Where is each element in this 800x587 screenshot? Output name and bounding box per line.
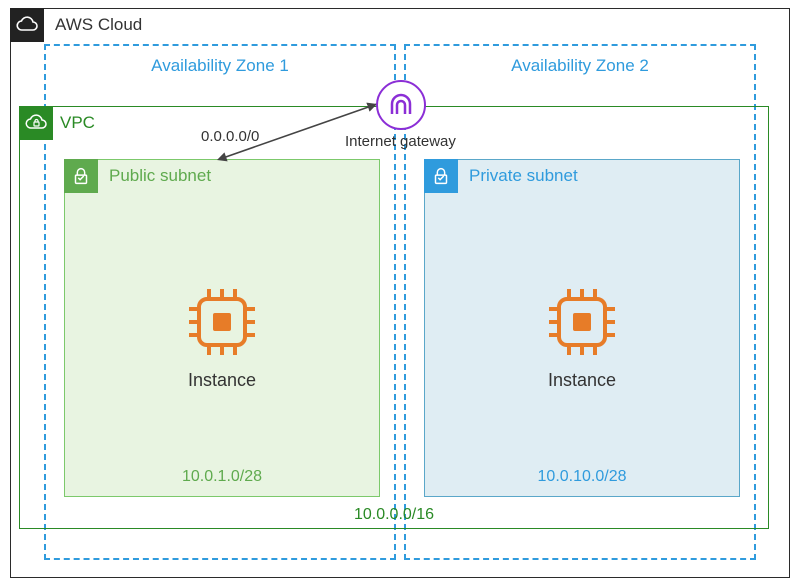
private-instance-label: Instance [545,370,619,391]
private-subnet-title: Private subnet [469,166,578,186]
public-subnet: Public subnet Instance 10.0.1.0/28 [64,159,380,497]
public-subnet-icon [64,159,98,193]
public-instance: Instance [185,285,259,391]
cloud-icon [15,16,39,34]
aws-cloud-title: AWS Cloud [55,15,142,35]
vpc-cidr: 10.0.0.0/16 [20,506,768,524]
private-subnet-icon [424,159,458,193]
instance-icon [545,285,619,359]
az1-title: Availability Zone 1 [46,56,394,76]
route-cidr: 0.0.0.0/0 [201,128,259,145]
public-instance-label: Instance [185,370,259,391]
public-subnet-cidr: 10.0.1.0/28 [65,468,379,486]
lock-icon [70,165,92,187]
vpc-container: VPC Public subnet Instance [19,106,769,529]
cloud-lock-icon [24,114,48,132]
lock-icon [430,165,452,187]
internet-gateway [376,80,426,130]
private-subnet-cidr: 10.0.10.0/28 [425,468,739,486]
private-instance: Instance [545,285,619,391]
aws-cloud-icon [10,8,44,42]
private-subnet: Private subnet Instance 10.0.10.0/28 [424,159,740,497]
vpc-title: VPC [60,113,95,133]
instance-icon [185,285,259,359]
gateway-icon [388,92,414,118]
public-subnet-title: Public subnet [109,166,211,186]
vpc-icon [19,106,53,140]
internet-gateway-label: Internet gateway [345,133,456,150]
az2-title: Availability Zone 2 [406,56,754,76]
